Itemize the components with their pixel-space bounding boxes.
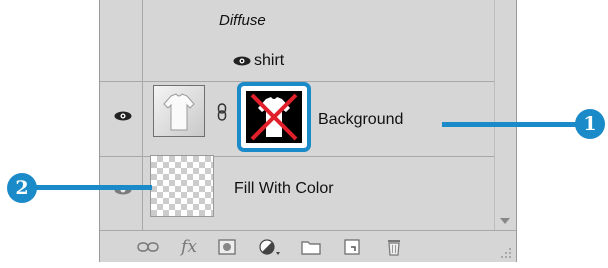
layers-panel: Diffuse shirt Background Fill With Color… (99, 0, 517, 262)
callout-line-2 (20, 185, 152, 190)
resize-grip-icon[interactable] (500, 247, 512, 259)
new-group-icon[interactable] (300, 237, 322, 257)
callout-badge-1: 1 (575, 109, 605, 139)
fill-layer-label[interactable]: Fill With Color (234, 180, 334, 198)
crossed-shirt-icon (250, 93, 298, 141)
mask-preview (246, 91, 302, 143)
layers-footer: fx (100, 230, 516, 262)
chain-link-icon[interactable] (217, 103, 227, 121)
callout-line-1 (442, 122, 580, 127)
eye-icon[interactable] (114, 111, 132, 121)
scrollbar[interactable] (494, 0, 516, 230)
trash-icon[interactable] (383, 237, 405, 257)
link-layers-icon[interactable] (136, 237, 160, 257)
new-layer-icon[interactable] (341, 237, 363, 257)
scroll-down-arrow-icon[interactable] (500, 218, 510, 224)
background-layer-label[interactable]: Background (318, 111, 403, 129)
eye-icon[interactable] (233, 56, 251, 66)
layer-thumbnail[interactable] (153, 85, 205, 137)
eye-column-top (100, 0, 143, 81)
layer-thumbnail-transparent[interactable] (150, 155, 214, 217)
callout-badge-2: 2 (7, 173, 37, 203)
shirt-icon (163, 93, 195, 131)
fx-icon[interactable]: fx (176, 237, 202, 257)
add-mask-icon[interactable] (216, 237, 238, 257)
adjustment-layer-icon[interactable] (257, 237, 283, 257)
shirt-layer-label: shirt (254, 52, 285, 69)
effect-label: Diffuse (219, 12, 266, 29)
layer-mask-thumbnail[interactable] (237, 82, 311, 152)
